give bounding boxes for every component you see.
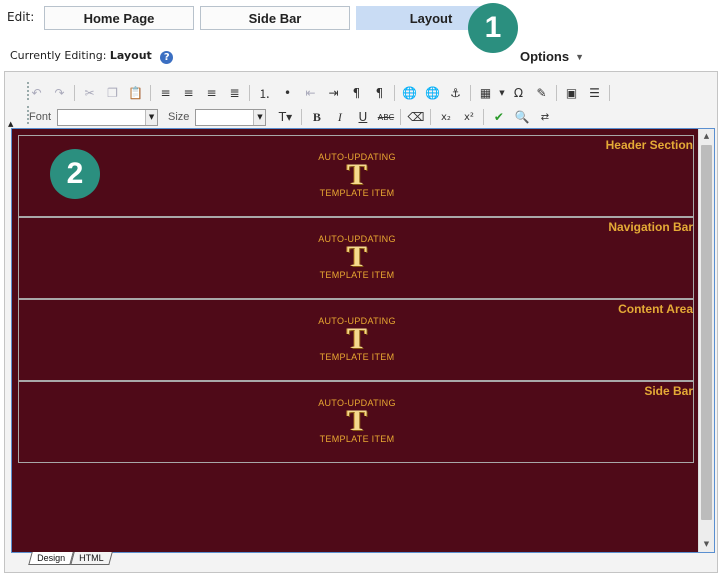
template-icon[interactable]: ✎ xyxy=(530,83,553,103)
layout-section-content[interactable]: Content Area AUTO-UPDATING T TEMPLATE IT… xyxy=(18,299,694,381)
editor-mode-tabs: Design HTML xyxy=(28,552,113,566)
toolbar-separator xyxy=(394,85,395,101)
chevron-down-icon: ▼ xyxy=(253,109,266,125)
vertical-scrollbar[interactable]: ▲ ▼ xyxy=(698,129,714,552)
template-item-bottom-label: TEMPLATE ITEM xyxy=(319,352,395,362)
special-char-icon[interactable]: Ω xyxy=(507,83,530,103)
underline-icon[interactable]: U xyxy=(351,107,374,127)
chevron-down-icon: ▼ xyxy=(145,109,158,125)
template-t-icon: T xyxy=(346,158,367,191)
step-badge-1: 1 xyxy=(468,3,518,53)
options-menu[interactable]: Options ▼ xyxy=(520,49,584,64)
link-icon[interactable]: 🌐 xyxy=(398,83,421,103)
image-icon[interactable]: ▣ xyxy=(560,83,583,103)
template-item-placeholder: AUTO-UPDATING T TEMPLATE ITEM xyxy=(302,234,412,280)
anchor-icon[interactable]: ⚓ xyxy=(444,83,467,103)
subscript-icon[interactable]: x₂ xyxy=(434,107,457,127)
edit-label: Edit: xyxy=(7,10,35,24)
toolbar-separator xyxy=(150,85,151,101)
section-title: Header Section xyxy=(605,138,693,152)
currently-editing: Currently Editing: Layout ? xyxy=(10,49,174,64)
eraser-icon[interactable]: ⌫ xyxy=(404,107,427,127)
tab-home-page[interactable]: Home Page xyxy=(44,6,194,30)
tab-design[interactable]: Design xyxy=(28,552,74,565)
template-item-placeholder: AUTO-UPDATING T TEMPLATE ITEM xyxy=(302,316,412,362)
undo-icon[interactable]: ↶ xyxy=(25,83,48,103)
rich-text-editor: ↶ ↷ ✂ ❐ 📋 ≡ ≡ ≡ ≣ ⒈ • ⇤ ⇥ ¶ ¶ 🌐 🌐 ⚓ ▦ ▼ … xyxy=(4,71,718,573)
design-area[interactable]: Header Section AUTO-UPDATING T TEMPLATE … xyxy=(11,128,715,553)
template-t-icon: T xyxy=(346,322,367,355)
template-item-bottom-label: TEMPLATE ITEM xyxy=(319,188,395,198)
template-item-bottom-label: TEMPLATE ITEM xyxy=(319,270,395,280)
align-center-icon[interactable]: ≡ xyxy=(177,83,200,103)
layout-section-header[interactable]: Header Section AUTO-UPDATING T TEMPLATE … xyxy=(18,135,694,217)
tab-html-label: HTML xyxy=(79,553,104,563)
options-label: Options xyxy=(520,49,570,64)
unlink-icon[interactable]: 🌐 xyxy=(421,83,444,103)
template-t-icon: T xyxy=(346,240,367,273)
superscript-icon[interactable]: x² xyxy=(457,107,480,127)
template-t-icon: T xyxy=(346,404,367,437)
toolbar-row-2: Font ▼ Size ▼ T▾ B I U ABC ⌫ x₂ x² ✔ 🔍 ⇄ xyxy=(25,107,556,127)
strikethrough-icon[interactable]: ABC xyxy=(374,107,397,127)
replace-icon[interactable]: ⇄ xyxy=(533,107,556,127)
align-right-icon[interactable]: ≡ xyxy=(200,83,223,103)
toolbar-separator xyxy=(74,85,75,101)
question-icon[interactable]: ? xyxy=(160,51,174,64)
font-select[interactable]: ▼ xyxy=(57,108,159,126)
scroll-down-icon[interactable]: ▼ xyxy=(699,537,714,552)
bold-icon[interactable]: B xyxy=(305,107,328,127)
paste-icon[interactable]: 📋 xyxy=(124,83,147,103)
redo-icon[interactable]: ↷ xyxy=(48,83,71,103)
editor-toolbar: ↶ ↷ ✂ ❐ 📋 ≡ ≡ ≡ ≣ ⒈ • ⇤ ⇥ ¶ ¶ 🌐 🌐 ⚓ ▦ ▼ … xyxy=(11,76,717,128)
section-title: Navigation Bar xyxy=(608,220,693,234)
toolbar-separator xyxy=(430,109,432,125)
template-item-placeholder: AUTO-UPDATING T TEMPLATE ITEM xyxy=(302,152,412,198)
currently-editing-value: Layout xyxy=(109,49,152,62)
toolbar-separator xyxy=(400,109,402,125)
toolbar-separator xyxy=(609,85,610,101)
find-icon[interactable]: 🔍 xyxy=(510,107,533,127)
cut-icon[interactable]: ✂ xyxy=(78,83,101,103)
tab-side-bar[interactable]: Side Bar xyxy=(200,6,350,30)
toolbar-separator xyxy=(483,109,485,125)
layout-section-sidebar[interactable]: Side Bar AUTO-UPDATING T TEMPLATE ITEM xyxy=(18,381,694,463)
align-left-icon[interactable]: ≡ xyxy=(154,83,177,103)
copy-icon[interactable]: ❐ xyxy=(101,83,124,103)
currently-editing-label: Currently Editing: xyxy=(10,49,107,62)
section-title: Content Area xyxy=(618,302,693,316)
horizontal-rule-icon[interactable]: ☰ xyxy=(583,83,606,103)
table-dropdown-icon[interactable]: ▼ xyxy=(497,83,507,103)
layout-section-navigation[interactable]: Navigation Bar AUTO-UPDATING T TEMPLATE … xyxy=(18,217,694,299)
rtl-icon[interactable]: ¶ xyxy=(368,83,391,103)
tab-design-label: Design xyxy=(37,553,66,563)
bullet-list-icon[interactable]: • xyxy=(276,83,299,103)
outdent-icon[interactable]: ⇤ xyxy=(299,83,322,103)
section-title: Side Bar xyxy=(644,384,693,398)
chevron-down-icon: ▼ xyxy=(575,51,585,62)
indent-icon[interactable]: ⇥ xyxy=(322,83,345,103)
toolbar-separator xyxy=(301,109,303,125)
scrollbar-thumb[interactable] xyxy=(701,145,712,520)
toolbar-separator xyxy=(249,85,250,101)
numbered-list-icon[interactable]: ⒈ xyxy=(253,83,276,103)
spellcheck-icon[interactable]: ✔ xyxy=(487,107,510,127)
ltr-icon[interactable]: ¶ xyxy=(345,83,368,103)
justify-icon[interactable]: ≣ xyxy=(223,83,246,103)
size-select[interactable]: ▼ xyxy=(195,108,267,126)
text-color-icon[interactable]: T▾ xyxy=(272,107,298,127)
scroll-up-icon[interactable]: ▲ xyxy=(699,129,714,144)
step-badge-2: 2 xyxy=(50,149,100,199)
toolbar-collapse-icon[interactable]: ▲ xyxy=(8,120,13,128)
italic-icon[interactable]: I xyxy=(328,107,351,127)
table-icon[interactable]: ▦ xyxy=(474,83,497,103)
tab-html[interactable]: HTML xyxy=(70,552,113,565)
template-item-placeholder: AUTO-UPDATING T TEMPLATE ITEM xyxy=(302,398,412,444)
size-label: Size xyxy=(168,111,190,123)
template-item-bottom-label: TEMPLATE ITEM xyxy=(319,434,395,444)
toolbar-separator xyxy=(470,85,471,101)
toolbar-separator xyxy=(556,85,557,101)
font-label: Font xyxy=(29,111,52,123)
toolbar-row-1: ↶ ↷ ✂ ❐ 📋 ≡ ≡ ≡ ≣ ⒈ • ⇤ ⇥ ¶ ¶ 🌐 🌐 ⚓ ▦ ▼ … xyxy=(25,83,613,103)
